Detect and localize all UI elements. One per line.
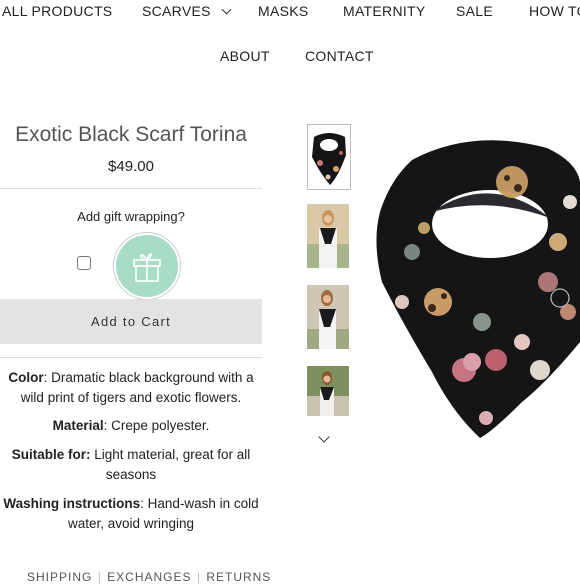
tab-shipping[interactable]: SHIPPING	[27, 570, 92, 584]
model-front-thumbnail-image	[307, 204, 349, 268]
thumbnails-scroll-down-icon[interactable]	[318, 431, 330, 443]
gift-wrapping-checkbox[interactable]	[77, 256, 91, 270]
tab-separator: |	[192, 570, 206, 584]
nav-scarves[interactable]: SCARVES	[142, 3, 232, 19]
detail-text: : Dramatic black background with a wild …	[20, 370, 254, 405]
tab-exchanges[interactable]: EXCHANGES	[107, 570, 191, 584]
nav-maternity[interactable]: MATERNITY	[343, 3, 426, 19]
add-to-cart-button[interactable]: Add to Cart	[0, 299, 262, 344]
info-tabs: SHIPPING | EXCHANGES | RETURNS	[27, 570, 271, 584]
detail-washing: Washing instructions: Hand-wash in cold …	[0, 494, 262, 534]
nav-all-products[interactable]: ALL PRODUCTS	[2, 3, 112, 19]
scarf-thumbnail-image	[308, 125, 350, 189]
gift-box-icon	[133, 253, 161, 282]
nav-how-to[interactable]: HOW TO	[529, 3, 580, 19]
thumbnail-model-outdoor[interactable]	[307, 366, 349, 416]
product-main-image[interactable]	[372, 132, 580, 444]
product-title: Exotic Black Scarf Torina	[15, 123, 247, 146]
detail-label: Material	[52, 418, 104, 433]
divider	[0, 188, 262, 189]
product-price: $49.00	[108, 158, 154, 175]
divider	[0, 357, 262, 358]
detail-material: Material: Crepe polyester.	[0, 416, 262, 436]
model-outdoor-thumbnail-image	[307, 366, 349, 416]
tab-returns[interactable]: RETURNS	[206, 570, 271, 584]
thumbnail-model-front[interactable]	[307, 204, 349, 268]
detail-color: Color: Dramatic black background with a …	[0, 368, 262, 408]
detail-label: Washing instructions	[3, 496, 141, 511]
tab-separator: |	[93, 570, 107, 584]
thumbnail-scarf[interactable]	[307, 124, 351, 190]
detail-text: Light material, great for all seasons	[90, 447, 251, 482]
detail-label: Suitable for:	[11, 447, 91, 462]
nav-scarves-label: SCARVES	[142, 3, 211, 19]
nav-contact[interactable]: CONTACT	[305, 48, 374, 64]
detail-text: : Crepe polyester.	[103, 418, 210, 433]
chevron-down-icon	[221, 4, 232, 15]
nav-about[interactable]: ABOUT	[220, 48, 270, 64]
thumbnail-model-side[interactable]	[307, 285, 349, 349]
gift-wrapping-label: Add gift wrapping?	[77, 209, 185, 224]
model-side-thumbnail-image	[307, 285, 349, 349]
detail-label: Color	[8, 370, 44, 385]
nav-masks[interactable]: MASKS	[258, 3, 309, 19]
detail-suitable-for: Suitable for: Light material, great for …	[0, 445, 262, 485]
gift-wrapping-option[interactable]	[114, 233, 180, 299]
nav-sale[interactable]: SALE	[456, 3, 493, 19]
